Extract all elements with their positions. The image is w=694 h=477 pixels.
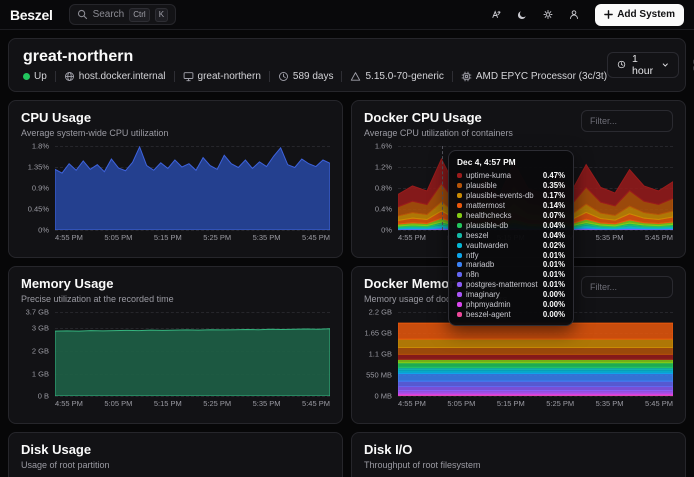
add-system-label: Add System bbox=[617, 9, 675, 20]
disk-io-card: Disk I/O Throughput of root filesystem bbox=[351, 432, 686, 477]
card-title: Disk I/O bbox=[364, 442, 481, 458]
beszel-dashboard: Beszel Search Ctrl K Add Sy bbox=[0, 0, 694, 477]
docker-memory-usage-card: Docker Memory Usage Memory usage of dock… bbox=[351, 266, 686, 424]
docker-cpu-usage-chart[interactable]: 1.6%1.2%0.8%0.4%0% 4:55 PM5:05 PM5:15 PM… bbox=[364, 146, 673, 242]
card-subtitle: Throughput of root filesystem bbox=[364, 460, 481, 470]
globe-icon bbox=[64, 71, 75, 82]
y-axis-labels: 3.7 GB3 GB2 GB1 GB0 B bbox=[21, 312, 55, 396]
settings-button[interactable] bbox=[537, 4, 559, 26]
meta-hostname: great-northern bbox=[183, 71, 261, 82]
y-axis-labels: 1.6%1.2%0.8%0.4%0% bbox=[364, 146, 398, 230]
card-title: CPU Usage bbox=[21, 110, 168, 126]
memory-usage-card: Memory Usage Precise utilization at the … bbox=[8, 266, 343, 424]
system-meta-row: Up host.docker.internal great-northern bbox=[23, 71, 607, 82]
card-subtitle: Usage of root partition bbox=[21, 460, 110, 470]
plot-area[interactable] bbox=[55, 146, 330, 230]
divider bbox=[269, 71, 270, 82]
meta-host: host.docker.internal bbox=[64, 71, 166, 82]
x-axis-labels: 4:55 PM5:05 PM5:15 PM5:25 PM5:35 PM5:45 … bbox=[398, 399, 673, 408]
plot-area[interactable] bbox=[55, 312, 330, 396]
card-title: Memory Usage bbox=[21, 276, 174, 292]
card-title: Docker Memory Usage bbox=[364, 276, 507, 292]
time-range-value: 1 hour bbox=[632, 53, 656, 77]
language-icon bbox=[491, 8, 501, 21]
card-subtitle: Memory usage of docker containers bbox=[364, 294, 507, 304]
language-button[interactable] bbox=[485, 4, 507, 26]
divider bbox=[452, 71, 453, 82]
docker-cpu-usage-card: Docker CPU Usage Average CPU utilization… bbox=[351, 100, 686, 258]
divider bbox=[55, 71, 56, 82]
x-axis-labels: 4:55 PM5:05 PM5:15 PM5:25 PM5:35 PM5:45 … bbox=[398, 233, 673, 242]
chip-icon bbox=[461, 71, 472, 82]
divider bbox=[341, 71, 342, 82]
theme-toggle-button[interactable] bbox=[511, 4, 533, 26]
y-axis-labels: 2.2 GB1.65 GB1.1 GB550 MB0 MB bbox=[364, 312, 398, 396]
plot-area[interactable] bbox=[398, 312, 673, 396]
cpu-usage-chart[interactable]: 1.8%1.35%0.9%0.45%0% 4:55 PM5:05 PM5:15 … bbox=[21, 146, 330, 242]
card-subtitle: Precise utilization at the recorded time bbox=[21, 294, 174, 304]
search-input[interactable]: Search Ctrl K bbox=[69, 4, 176, 25]
search-label: Search bbox=[93, 9, 125, 20]
x-axis-labels: 4:55 PM5:05 PM5:15 PM5:25 PM5:35 PM5:45 … bbox=[55, 399, 330, 408]
history-icon bbox=[617, 59, 626, 70]
app-logo[interactable]: Beszel bbox=[10, 7, 53, 23]
meta-kernel: 5.15.0-70-generic bbox=[350, 71, 443, 82]
meta-cpu-model: AMD EPYC Processor (3c/3t) bbox=[461, 71, 607, 82]
system-summary-card: great-northern Up host.docker.internal bbox=[8, 38, 686, 92]
kbd-k: K bbox=[155, 8, 168, 22]
gear-icon bbox=[543, 8, 553, 21]
docker-cpu-filter-input[interactable] bbox=[581, 110, 673, 132]
card-subtitle: Average CPU utilization of containers bbox=[364, 128, 513, 138]
card-subtitle: Average system-wide CPU utilization bbox=[21, 128, 168, 138]
status-badge: Up bbox=[23, 71, 47, 82]
docker-memory-usage-chart[interactable]: 2.2 GB1.65 GB1.1 GB550 MB0 MB 4:55 PM5:0… bbox=[364, 312, 673, 408]
x-axis-labels: 4:55 PM5:05 PM5:15 PM5:25 PM5:35 PM5:45 … bbox=[55, 233, 330, 242]
status-dot bbox=[23, 73, 30, 80]
divider bbox=[174, 71, 175, 82]
status-label: Up bbox=[34, 71, 47, 82]
layout-toggle-button[interactable] bbox=[687, 52, 694, 78]
chevron-down-icon bbox=[662, 61, 669, 69]
cpu-usage-card: CPU Usage Average system-wide CPU utiliz… bbox=[8, 100, 343, 258]
card-title: Docker CPU Usage bbox=[364, 110, 513, 126]
plot-area[interactable] bbox=[398, 146, 673, 230]
docker-memory-filter-input[interactable] bbox=[581, 276, 673, 298]
user-menu-button[interactable] bbox=[563, 4, 585, 26]
y-axis-labels: 1.8%1.35%0.9%0.45%0% bbox=[21, 146, 55, 230]
memory-usage-chart[interactable]: 3.7 GB3 GB2 GB1 GB0 B 4:55 PM5:05 PM5:15… bbox=[21, 312, 330, 408]
time-range-select[interactable]: 1 hour bbox=[607, 52, 679, 78]
search-icon bbox=[77, 9, 88, 20]
clock-icon bbox=[278, 71, 289, 82]
plus-icon bbox=[604, 10, 613, 19]
monitor-icon bbox=[183, 71, 194, 82]
kbd-ctrl: Ctrl bbox=[129, 8, 149, 22]
kernel-icon bbox=[350, 71, 361, 82]
system-name: great-northern bbox=[23, 47, 607, 66]
meta-uptime: 589 days bbox=[278, 71, 334, 82]
disk-usage-card: Disk Usage Usage of root partition bbox=[8, 432, 343, 477]
card-title: Disk Usage bbox=[21, 442, 110, 458]
add-system-button[interactable]: Add System bbox=[595, 4, 684, 26]
moon-icon bbox=[517, 9, 527, 21]
user-icon bbox=[569, 8, 579, 21]
topbar: Beszel Search Ctrl K Add Sy bbox=[0, 0, 694, 30]
